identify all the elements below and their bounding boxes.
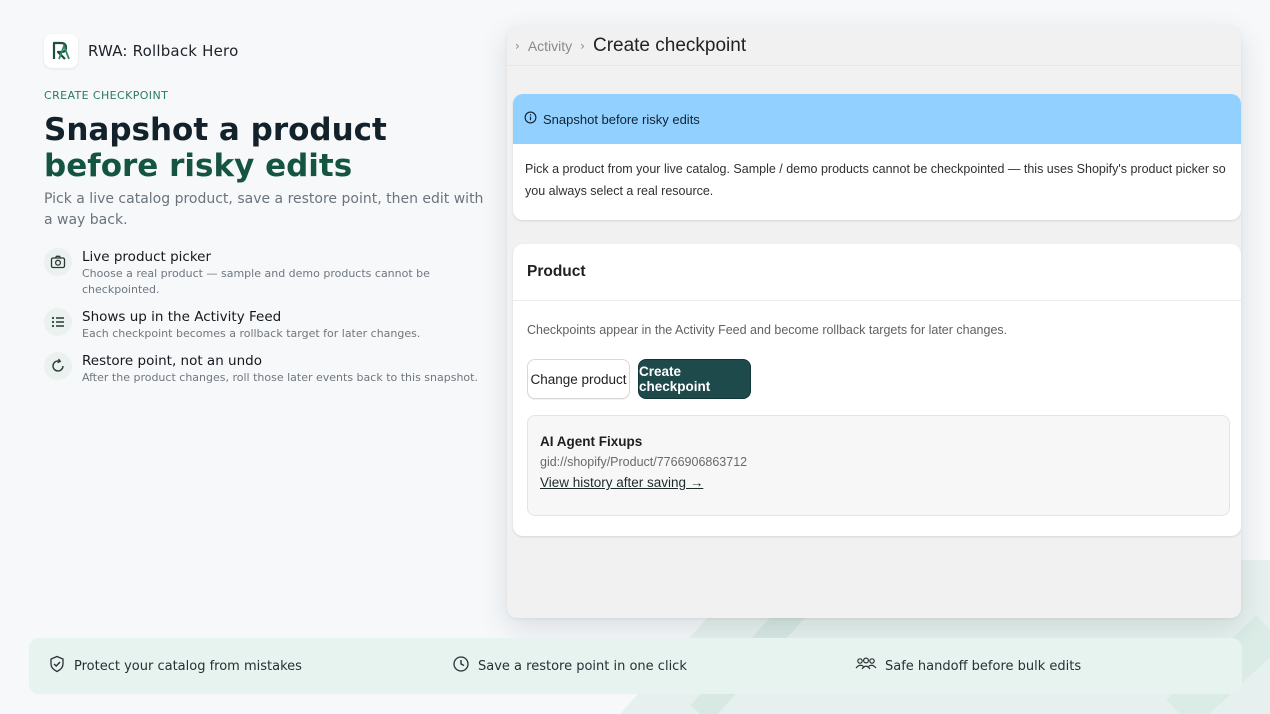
benefit-label: Save a restore point in one click xyxy=(478,658,687,674)
benefit-label: Safe handoff before bulk edits xyxy=(885,658,1082,674)
page-subtitle: Pick a live catalog product, save a rest… xyxy=(44,191,484,228)
product-gid: gid://shopify/Product/7766906863712 xyxy=(540,455,748,469)
feature-desc: Each checkpoint becomes a rollback targe… xyxy=(82,327,421,340)
clock-icon xyxy=(452,655,470,677)
info-icon xyxy=(524,111,537,127)
create-checkpoint-button[interactable]: Create checkpoint xyxy=(638,359,751,399)
list-icon xyxy=(44,308,72,336)
breadcrumb: › Activity › Create checkpoint xyxy=(507,26,1241,66)
brand: RWA: Rollback Hero xyxy=(44,34,238,68)
page-title: Snapshot a product before risky edits xyxy=(44,112,387,184)
feature-desc: After the product changes, roll those la… xyxy=(82,371,478,384)
feature-item: Restore point, not an undo After the pro… xyxy=(44,352,494,386)
benefit-item: Protect your catalog from mistakes xyxy=(48,655,302,677)
breadcrumb-parent[interactable]: Activity xyxy=(528,38,572,54)
app-preview: › Activity › Create checkpoint Snapshot … xyxy=(507,26,1241,618)
product-card: Product Checkpoints appear in the Activi… xyxy=(513,244,1241,536)
title-line-2: before risky edits xyxy=(44,148,353,184)
card-description: Checkpoints appear in the Activity Feed … xyxy=(527,323,1008,337)
rollback-hero-logo xyxy=(44,34,78,68)
card-title: Product xyxy=(513,244,1241,301)
brand-name: RWA: Rollback Hero xyxy=(88,42,239,60)
benefit-item: Safe handoff before bulk edits xyxy=(855,657,1081,675)
feature-item: Shows up in the Activity Feed Each check… xyxy=(44,308,494,342)
feature-list: Live product picker Choose a real produc… xyxy=(44,248,494,396)
benefit-label: Protect your catalog from mistakes xyxy=(74,658,302,674)
shield-check-icon xyxy=(48,655,66,677)
breadcrumb-separator: › xyxy=(515,38,520,53)
feature-title: Restore point, not an undo xyxy=(82,353,262,369)
page-eyebrow: CREATE CHECKPOINT xyxy=(44,89,169,102)
feature-title: Shows up in the Activity Feed xyxy=(82,309,282,325)
benefit-item: Save a restore point in one click xyxy=(452,655,687,677)
feature-title: Live product picker xyxy=(82,249,212,265)
breadcrumb-separator: › xyxy=(580,38,585,53)
feature-item: Live product picker Choose a real produc… xyxy=(44,248,494,298)
camera-icon xyxy=(44,248,72,276)
refresh-icon xyxy=(44,352,72,380)
banner-title: Snapshot before risky edits xyxy=(543,111,700,127)
title-line-1: Snapshot a product xyxy=(44,112,387,148)
product-name: AI Agent Fixups xyxy=(540,434,643,449)
change-product-button[interactable]: Change product xyxy=(527,359,630,399)
banner-body: Pick a product from your live catalog. S… xyxy=(525,162,1226,198)
view-history-link[interactable]: View history after saving → xyxy=(540,475,703,490)
benefits-strip: Protect your catalog from mistakes Save … xyxy=(29,638,1242,694)
info-banner: Snapshot before risky edits Pick a produ… xyxy=(513,94,1241,220)
feature-desc: Choose a real product — sample and demo … xyxy=(82,267,430,296)
selected-product: AI Agent Fixups gid://shopify/Product/77… xyxy=(527,415,1230,516)
breadcrumb-current: Create checkpoint xyxy=(592,34,747,56)
people-icon xyxy=(855,657,877,675)
banner-header: Snapshot before risky edits xyxy=(513,94,1241,144)
